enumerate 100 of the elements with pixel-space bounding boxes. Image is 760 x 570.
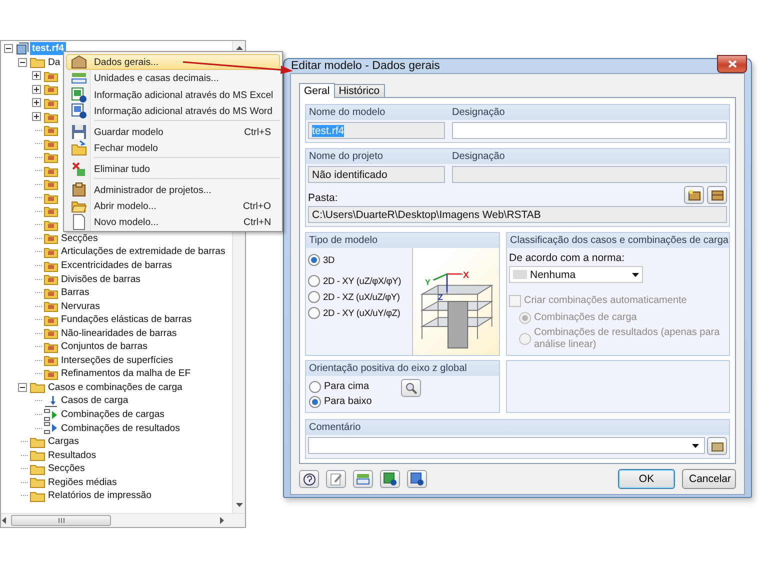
new-project-button[interactable] [684,186,704,204]
tree-item[interactable]: Cargas [46,435,81,448]
pencil-icon [330,472,342,486]
word-info-button[interactable] [407,470,427,488]
group-title: Comentário [309,422,361,433]
close-icon [728,60,736,68]
menu-item[interactable]: Unidades e casas decimais... [66,70,280,86]
tab[interactable]: Histórico [334,84,385,97]
radio-label: Para cima [324,380,370,392]
menu-item[interactable]: Informação adicional através do MS Word [66,102,280,118]
units-button[interactable] [353,470,373,488]
radio-button[interactable] [308,306,320,318]
tree-item[interactable]: Regiões médias [46,476,119,489]
expand-toggle[interactable] [32,71,41,80]
edit-button[interactable] [326,470,346,488]
input-field[interactable] [452,122,727,139]
group-title: Nome do projeto [309,151,384,162]
tree-item[interactable]: Da [46,56,62,69]
collapse-toggle[interactable] [18,58,27,67]
folder-icon [30,381,45,394]
tree-item[interactable]: Articulações de extremidade de barras [59,245,228,258]
document-icon [71,103,87,119]
group-title: Orientação positiva do eixo z global [309,363,467,374]
radio-button[interactable] [308,290,320,302]
scroll-left-arrow[interactable] [1,517,8,524]
radio-label: Combinações de carga [534,312,637,324]
menu-item[interactable]: Guardar modelo Ctrl+S [66,123,280,139]
document-icon [410,472,424,486]
tree-item[interactable]: Não-linearidades de barras [59,326,179,340]
folder-icon [44,232,58,244]
tab[interactable]: Geral [299,83,335,98]
tree-item[interactable]: Refinamentos da malha de EF [59,367,193,380]
folder-icon [30,449,45,462]
tree-item[interactable]: Combinações de cargas [59,408,166,422]
comment-button[interactable] [707,437,727,455]
menu-item[interactable]: Dados gerais... [66,54,280,70]
dropdown-arrow-icon[interactable] [692,444,699,448]
folder-icon [44,273,58,286]
magnifier-icon [405,382,417,394]
view-button[interactable] [401,379,421,397]
input-field[interactable]: Não identificado [308,166,445,183]
tree-item[interactable]: Casos e combinações de carga [46,380,184,394]
menu-item[interactable]: Novo modelo... Ctrl+N [66,213,280,229]
folder-icon [44,124,58,136]
expand-toggle[interactable] [32,112,41,121]
dialog-button[interactable]: Cancelar [682,469,736,489]
tree-item[interactable]: Divisões de barras [59,272,142,286]
tree-item[interactable]: Combinações de resultados [59,422,182,435]
folder-icon [44,151,58,164]
dropdown-arrow-icon[interactable] [632,272,639,276]
tree-item[interactable]: Secções [59,232,100,245]
tree-item[interactable]: Secções [46,462,87,476]
tree-item[interactable]: Casos de carga [59,394,130,408]
scroll-up-arrow[interactable] [236,45,242,52]
expand-toggle[interactable] [32,84,41,94]
tree-item[interactable]: Barras [59,286,92,300]
window-title: Editar modelo - Dados gerais [291,60,440,72]
checkbox-label: Criar combinações automaticamente [524,294,687,306]
menu-item[interactable]: Abrir modelo... Ctrl+O [66,197,280,213]
tree-item[interactable]: Interseções de superfícies [59,354,175,367]
scroll-right-arrow[interactable] [218,517,225,524]
menu-item[interactable]: Administrador de projetos... [66,181,280,197]
tree-item[interactable]: Resultados [46,448,98,462]
tree-item[interactable]: Nervuras [59,300,102,313]
folder-icon [44,260,58,272]
help-icon [302,472,316,486]
menu-item[interactable]: Fechar modelo [66,139,280,155]
field-label: De acordo com a norma: [509,252,626,264]
input-field[interactable]: C:\Users\DuarteR\Desktop\Imagens Web\RSTAB [308,206,727,223]
menu-item[interactable]: Informação adicional através do MS Excel [66,86,280,102]
combination-icon [44,422,58,434]
collapse-toggle[interactable] [18,382,27,392]
expand-toggle[interactable] [32,98,41,108]
folder-icon [44,286,58,299]
help-button[interactable] [299,470,319,488]
radio-button[interactable] [309,380,321,392]
tree-item[interactable]: Conjuntos de barras [59,340,150,354]
dialog-button[interactable]: OK [618,469,675,489]
tree-item[interactable]: Relatórios de impressão [46,489,154,502]
comment-field[interactable] [308,437,705,454]
scrollbar[interactable] [1,513,245,527]
folder-icon [44,138,58,150]
project-manager-button[interactable] [707,186,727,204]
folder-icon [44,368,58,380]
close-button[interactable] [717,55,747,73]
scroll-down-arrow[interactable] [236,502,242,509]
radio-label: 2D - XY (uZ/φX/φY) [323,276,402,286]
radio-button[interactable] [308,274,320,286]
radio-button[interactable] [309,396,321,408]
tree-item[interactable]: Fundações elásticas de barras [59,313,194,326]
group-title: Designação [452,107,506,118]
dropdown[interactable]: Nenhuma [509,266,643,283]
tree-item[interactable]: Excentricidades de barras [59,259,174,272]
collapse-toggle[interactable] [4,44,13,54]
group-title: Designação [452,151,506,162]
spreadsheet-icon [383,472,397,486]
radio-button[interactable] [308,254,320,266]
menu-item[interactable]: Eliminar tudo [66,160,280,176]
folder-icon [44,314,58,326]
excel-info-button[interactable] [380,470,400,488]
